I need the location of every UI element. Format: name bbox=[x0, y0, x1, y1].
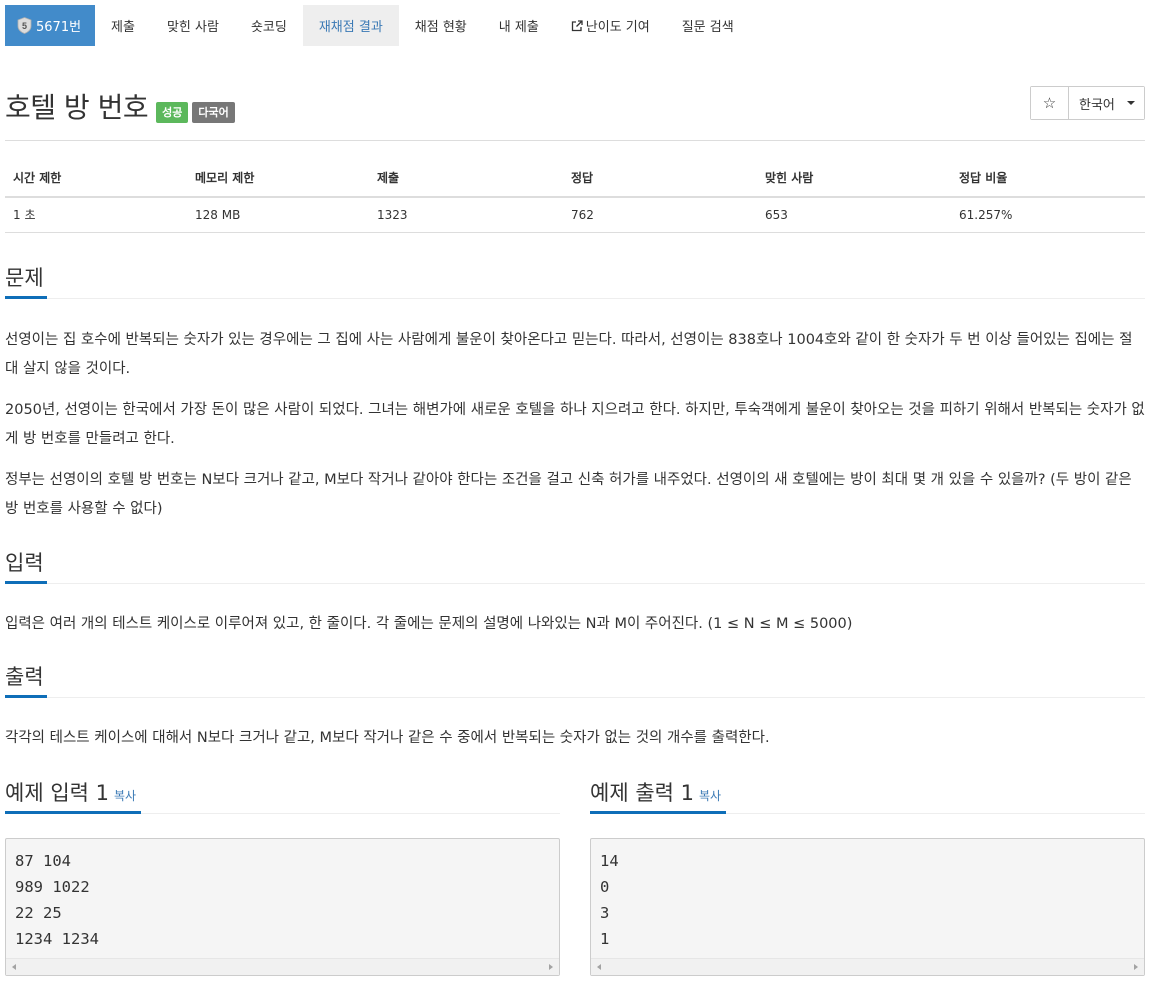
sample-output-title: 예제 출력 1 복사 bbox=[590, 778, 727, 814]
value-submissions: 1323 bbox=[369, 196, 563, 233]
sample-input-scrollbar[interactable] bbox=[6, 958, 559, 975]
output-title: 출력 bbox=[5, 662, 47, 698]
nav-question-search-label: 질문 검색 bbox=[681, 20, 734, 35]
nav-difficulty-contribute[interactable]: 난이도 기여 bbox=[555, 5, 666, 46]
nav-my-submissions-label: 내 제출 bbox=[498, 20, 539, 35]
description-paragraph-3: 정부는 선영이의 호텔 방 번호는 N보다 크거나 같고, M보다 작거나 같아… bbox=[5, 472, 1132, 517]
description-paragraph-1: 선영이는 집 호수에 반복되는 숫자가 있는 경우에는 그 집에 사는 사람에게… bbox=[5, 332, 1133, 377]
copy-sample-output-link[interactable]: 복사 bbox=[699, 789, 721, 803]
value-memory-limit: 128 MB bbox=[187, 196, 369, 233]
language-label: 한국어 bbox=[1079, 97, 1115, 113]
scroll-right-icon[interactable] bbox=[1134, 964, 1138, 970]
info-value-row: 1 초 128 MB 1323 762 653 61.257% bbox=[5, 196, 1145, 233]
sample-input-header: 예제 입력 1 복사 bbox=[5, 778, 560, 814]
header-time-limit: 시간 제한 bbox=[5, 140, 187, 198]
sample-output-scrollbar[interactable] bbox=[591, 958, 1144, 975]
caret-down-icon bbox=[1126, 101, 1135, 105]
description-paragraph-2: 2050년, 선영이는 한국에서 가장 돈이 많은 사람이 되었다. 그녀는 해… bbox=[5, 402, 1145, 447]
problem-title-row: 호텔 방 번호 성공 다국어 bbox=[5, 86, 235, 126]
input-title: 입력 bbox=[5, 548, 47, 584]
star-icon: ☆ bbox=[1042, 94, 1057, 112]
input-description: 입력은 여러 개의 테스트 케이스로 이루어져 있고, 한 줄이다. 각 줄에는… bbox=[5, 616, 853, 632]
nav-submit-label: 제출 bbox=[111, 20, 135, 35]
language-dropdown[interactable]: 한국어 bbox=[1069, 87, 1144, 119]
problem-nav: 5 5671번 제출 맞힌 사람 숏코딩 재채점 결과 채점 현황 내 제출 난… bbox=[5, 5, 750, 46]
favorite-button[interactable]: ☆ bbox=[1031, 87, 1069, 119]
value-time-limit: 1 초 bbox=[5, 196, 187, 233]
nav-submit[interactable]: 제출 bbox=[95, 5, 151, 46]
scroll-right-icon[interactable] bbox=[549, 964, 553, 970]
nav-rejudge-results-label: 재채점 결과 bbox=[318, 20, 383, 35]
nav-solved-users-label: 맞힌 사람 bbox=[166, 20, 219, 35]
status-badge-success: 성공 bbox=[156, 101, 189, 123]
output-description: 각각의 테스트 케이스에 대해서 N보다 크거나 같고, M보다 작거나 같은 … bbox=[5, 730, 770, 746]
header-accept-ratio: 정답 비율 bbox=[951, 140, 1145, 198]
nav-my-submissions[interactable]: 내 제출 bbox=[483, 5, 555, 46]
tier-badge-text: 5 bbox=[22, 21, 27, 31]
nav-difficulty-contribute-label: 난이도 기여 bbox=[585, 20, 650, 35]
external-link-icon bbox=[571, 19, 583, 31]
sample-output-box: 14 0 3 1 bbox=[590, 838, 1145, 976]
tier-badge-icon: 5 bbox=[17, 17, 32, 34]
header-memory-limit: 메모리 제한 bbox=[187, 140, 369, 198]
problem-info-table: 시간 제한 메모리 제한 제출 정답 맞힌 사람 정답 비율 1 초 128 M… bbox=[5, 140, 1145, 233]
sample-input-title-text: 예제 입력 1 bbox=[5, 781, 109, 805]
nav-question-search[interactable]: 질문 검색 bbox=[666, 5, 750, 46]
scroll-left-icon[interactable] bbox=[597, 964, 601, 970]
description-title: 문제 bbox=[5, 263, 47, 299]
sample-input-text: 87 104 989 1022 22 25 1234 1234 bbox=[15, 852, 99, 948]
sample-output-header: 예제 출력 1 복사 bbox=[590, 778, 1145, 814]
value-accepted: 762 bbox=[563, 196, 757, 233]
nav-status[interactable]: 채점 현황 bbox=[399, 5, 483, 46]
problem-number-label: 5671번 bbox=[36, 20, 82, 35]
sample-output-text: 14 0 3 1 bbox=[600, 852, 619, 948]
output-section-header: 출력 bbox=[5, 662, 1145, 698]
sample-output-title-text: 예제 출력 1 bbox=[590, 781, 694, 805]
nav-rejudge-results[interactable]: 재채점 결과 bbox=[302, 5, 399, 46]
nav-short-coding[interactable]: 숏코딩 bbox=[235, 5, 303, 46]
nav-status-label: 채점 현황 bbox=[414, 20, 467, 35]
info-header-row: 시간 제한 메모리 제한 제출 정답 맞힌 사람 정답 비율 bbox=[5, 140, 1145, 198]
header-accepted: 정답 bbox=[563, 140, 757, 198]
input-section-header: 입력 bbox=[5, 548, 1145, 584]
header-submissions: 제출 bbox=[369, 140, 563, 198]
description-section-header: 문제 bbox=[5, 263, 1145, 299]
problem-title: 호텔 방 번호 bbox=[5, 91, 149, 124]
nav-solved-users[interactable]: 맞힌 사람 bbox=[151, 5, 235, 46]
header-solved-users: 맞힌 사람 bbox=[757, 140, 951, 198]
nav-short-coding-label: 숏코딩 bbox=[250, 20, 287, 35]
scroll-left-icon[interactable] bbox=[12, 964, 16, 970]
sample-input-title: 예제 입력 1 복사 bbox=[5, 778, 142, 814]
value-accept-ratio: 61.257% bbox=[951, 196, 1145, 233]
nav-problem-number[interactable]: 5 5671번 bbox=[5, 5, 96, 46]
problem-toolbar: ☆ 한국어 bbox=[1030, 86, 1145, 120]
status-badge-multilang: 다국어 bbox=[192, 101, 235, 123]
copy-sample-input-link[interactable]: 복사 bbox=[114, 789, 136, 803]
sample-input-box: 87 104 989 1022 22 25 1234 1234 bbox=[5, 838, 560, 976]
value-solved-users: 653 bbox=[757, 196, 951, 233]
